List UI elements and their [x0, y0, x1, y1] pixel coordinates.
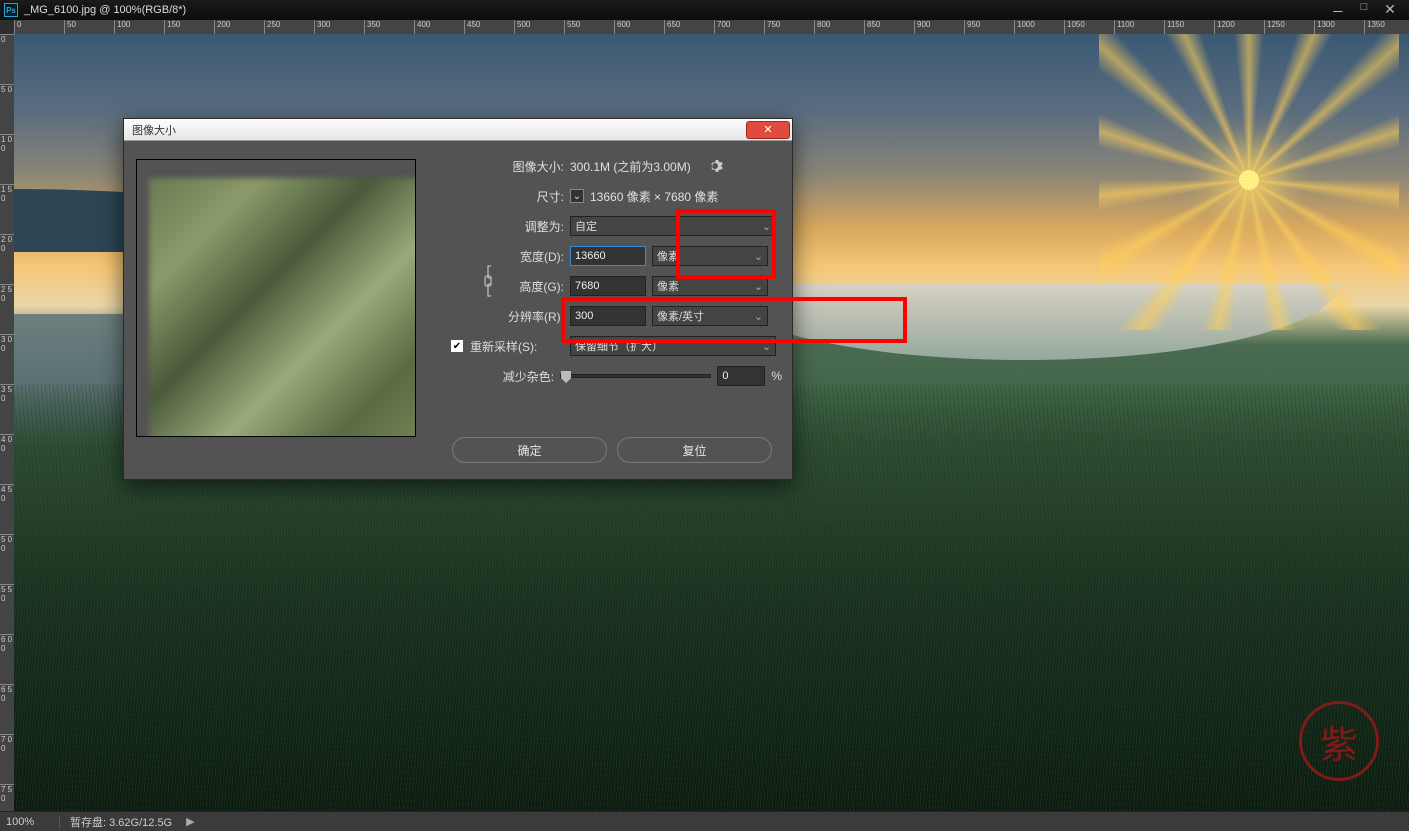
width-unit-select[interactable]: 像素: [652, 246, 768, 266]
resolution-label: 分辨率(R):: [482, 308, 564, 325]
reduce-noise-slider[interactable]: [560, 374, 711, 378]
gear-icon[interactable]: [707, 158, 723, 174]
height-input[interactable]: [570, 276, 646, 296]
watermark-stamp: 紫: [1299, 701, 1379, 781]
constrain-proportions-icon[interactable]: [480, 263, 496, 299]
window-maximize-icon[interactable]: □: [1357, 1, 1371, 19]
reset-button[interactable]: 复位: [617, 437, 772, 463]
resolution-unit-select[interactable]: 像素/英寸: [652, 306, 768, 326]
ok-button[interactable]: 确定: [452, 437, 607, 463]
image-size-label: 图像大小:: [434, 158, 564, 175]
resolution-input[interactable]: [570, 306, 646, 326]
dimensions-dropdown-icon[interactable]: ⌄: [570, 189, 584, 203]
reduce-noise-input[interactable]: [717, 366, 765, 386]
preview-pane[interactable]: [136, 159, 416, 437]
window-close-icon[interactable]: ✕: [1383, 1, 1397, 19]
zoom-level[interactable]: 100%: [0, 816, 60, 828]
resample-method-select[interactable]: 保留细节（扩大）: [570, 336, 776, 356]
vertical-ruler: 05 01 0 01 5 02 0 02 5 03 0 03 5 04 0 04…: [0, 34, 14, 811]
dimensions-value: 13660 像素 × 7680 像素: [590, 188, 718, 205]
status-bar: 100% 暂存盘: 3.62G/12.5G ▶: [0, 811, 1409, 831]
status-menu-arrow-icon[interactable]: ▶: [186, 815, 194, 828]
horizontal-ruler: 0501001502002503003504004505005506006507…: [14, 20, 1409, 34]
fit-to-label: 调整为:: [434, 218, 564, 235]
fit-to-select[interactable]: 自定: [570, 216, 776, 236]
height-unit-select[interactable]: 像素: [652, 276, 768, 296]
dimensions-label: 尺寸:: [434, 188, 564, 205]
app-titlebar: Ps _MG_6100.jpg @ 100%(RGB/8*) _ □ ✕: [0, 0, 1409, 20]
percent-label: %: [771, 369, 782, 383]
image-size-value: 300.1M (之前为3.00M): [570, 158, 691, 175]
reduce-noise-label: 减少杂色:: [494, 368, 554, 385]
app-icon: Ps: [4, 3, 18, 17]
scratch-disk-info[interactable]: 暂存盘: 3.62G/12.5G: [60, 814, 172, 830]
width-input[interactable]: [570, 246, 646, 266]
resample-label: 重新采样(S):: [470, 338, 564, 355]
width-label: 宽度(D):: [494, 248, 564, 265]
image-size-dialog: 图像大小 ✕ 图像大小: 300.1M (之前为3.00M) 尺寸: ⌄ 136…: [123, 118, 793, 480]
resample-checkbox[interactable]: ✔: [450, 339, 464, 353]
height-label: 高度(G):: [494, 278, 564, 295]
dialog-close-button[interactable]: ✕: [746, 121, 790, 139]
document-title: _MG_6100.jpg @ 100%(RGB/8*): [24, 4, 186, 16]
dialog-titlebar[interactable]: 图像大小 ✕: [124, 119, 792, 141]
window-minimize-icon[interactable]: _: [1331, 0, 1345, 14]
dialog-title: 图像大小: [132, 122, 176, 138]
